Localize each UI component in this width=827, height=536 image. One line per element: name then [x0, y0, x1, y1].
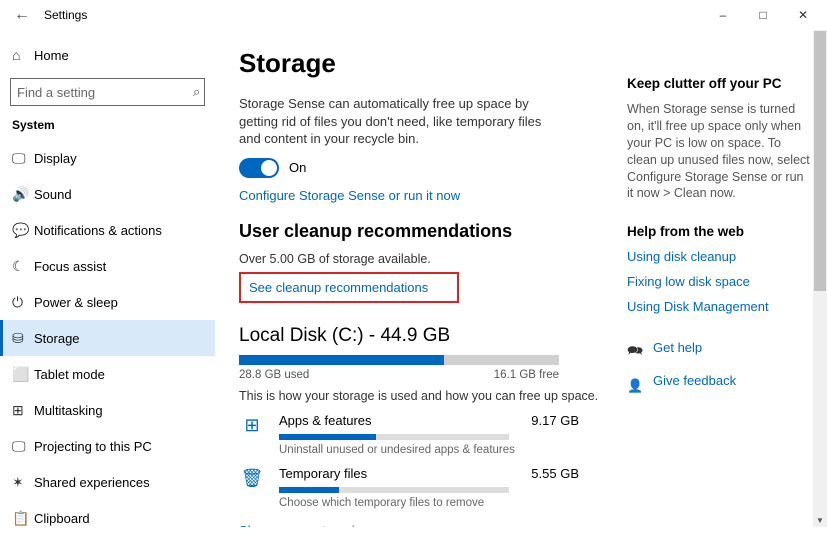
disk-title: Local Disk (C:) - 44.9 GB	[239, 325, 607, 347]
disk-usage-bar	[239, 355, 559, 365]
back-button[interactable]: ←	[10, 6, 34, 24]
show-more-categories-link[interactable]: Show more categories	[239, 523, 607, 527]
give-feedback-link[interactable]: Give feedback	[653, 373, 736, 388]
sidebar-item-display[interactable]: 🖵Display	[0, 140, 215, 176]
sidebar-item-focus-assist[interactable]: ☾Focus assist	[0, 248, 215, 284]
nav-label: Notifications & actions	[34, 223, 162, 238]
nav-icon: ✶	[12, 474, 34, 491]
free-label: 16.1 GB free	[494, 369, 559, 381]
content-pane: Storage Storage Sense can automatically …	[215, 30, 627, 527]
nav-icon: ⏻	[12, 294, 34, 311]
scroll-down-button[interactable]: ▼	[813, 513, 827, 527]
aside-pane: Keep clutter off your PC When Storage se…	[627, 30, 827, 527]
nav-label: Shared experiences	[34, 475, 150, 490]
highlight-box: See cleanup recommendations	[239, 272, 459, 303]
nav-label: Tablet mode	[34, 367, 105, 382]
sidebar-item-projecting-to-this-pc[interactable]: 🖵Projecting to this PC	[0, 428, 215, 464]
vertical-scrollbar[interactable]: ▲ ▼	[813, 30, 827, 527]
nav-label: Storage	[34, 331, 80, 346]
nav-label: Sound	[34, 187, 72, 202]
nav-group-label: System	[0, 118, 215, 140]
nav-icon: 🖵	[12, 150, 34, 167]
search-input[interactable]	[17, 85, 193, 100]
nav-label: Projecting to this PC	[34, 439, 152, 454]
sidebar-item-multitasking[interactable]: ⊞Multitasking	[0, 392, 215, 428]
category-hint: Choose which temporary files to remove	[279, 497, 579, 509]
storage-category[interactable]: ⊞ Apps & features 9.17 GB Uninstall unused …	[239, 413, 579, 456]
toggle-state-label: On	[289, 160, 306, 175]
category-title: Temporary files	[279, 466, 367, 481]
sidebar-item-notifications-actions[interactable]: 💬Notifications & actions	[0, 212, 215, 248]
minimize-button[interactable]: –	[703, 1, 743, 29]
page-title: Storage	[239, 48, 607, 79]
maximize-button[interactable]: □	[743, 1, 783, 29]
help-link[interactable]: Fixing low disk space	[627, 274, 813, 289]
nav-icon: 🖵	[12, 438, 34, 455]
keep-clutter-title: Keep clutter off your PC	[627, 76, 813, 91]
home-label: Home	[34, 48, 69, 63]
nav-icon: ⬜	[12, 366, 34, 383]
nav-icon: ⛁	[12, 330, 34, 347]
see-cleanup-link[interactable]: See cleanup recommendations	[249, 280, 428, 295]
category-size: 9.17 GB	[531, 413, 579, 428]
nav-icon: 📋	[12, 510, 34, 527]
nav-icon: 💬	[12, 222, 34, 239]
nav-icon: ☾	[12, 258, 34, 275]
used-label: 28.8 GB used	[239, 369, 309, 381]
help-link[interactable]: Using Disk Management	[627, 299, 813, 314]
feedback-icon: 👤	[627, 378, 643, 394]
keep-clutter-text: When Storage sense is turned on, it'll f…	[627, 101, 813, 202]
title-bar: ← Settings – □ ✕	[0, 0, 827, 30]
nav-label: Power & sleep	[34, 295, 118, 310]
storage-sense-toggle[interactable]	[239, 158, 279, 178]
help-icon: 🗪	[627, 342, 643, 364]
sidebar-item-sound[interactable]: 🔊Sound	[0, 176, 215, 212]
category-hint: Uninstall unused or undesired apps & fea…	[279, 444, 579, 456]
nav-icon: 🔊	[12, 186, 34, 203]
search-box[interactable]: ⌕	[10, 78, 205, 106]
category-bar	[279, 487, 509, 493]
sidebar-item-shared-experiences[interactable]: ✶Shared experiences	[0, 464, 215, 500]
get-help-link[interactable]: Get help	[653, 340, 702, 355]
sidebar-item-tablet-mode[interactable]: ⬜Tablet mode	[0, 356, 215, 392]
close-button[interactable]: ✕	[783, 1, 823, 29]
category-size: 5.55 GB	[531, 466, 579, 481]
scroll-thumb[interactable]	[814, 31, 826, 291]
window-controls: – □ ✕	[703, 1, 823, 29]
home-icon: ⌂	[12, 47, 34, 63]
app-title: Settings	[44, 8, 87, 22]
nav-label: Display	[34, 151, 77, 166]
nav-label: Clipboard	[34, 511, 90, 526]
sidebar-item-storage[interactable]: ⛁Storage	[0, 320, 215, 356]
cleanup-header: User cleanup recommendations	[239, 221, 607, 242]
help-web-title: Help from the web	[627, 224, 813, 239]
search-icon: ⌕	[193, 84, 200, 100]
storage-sense-desc: Storage Sense can automatically free up …	[239, 95, 559, 148]
sidebar-item-power-sleep[interactable]: ⏻Power & sleep	[0, 284, 215, 320]
category-icon: ⊞	[239, 413, 265, 439]
category-bar	[279, 434, 509, 440]
available-text: Over 5.00 GB of storage available.	[239, 252, 607, 266]
category-icon: 🗑	[239, 466, 265, 492]
help-link[interactable]: Using disk cleanup	[627, 249, 813, 264]
category-title: Apps & features	[279, 413, 372, 428]
configure-sense-link[interactable]: Configure Storage Sense or run it now	[239, 188, 607, 203]
nav-icon: ⊞	[12, 402, 34, 419]
sidebar-item-clipboard[interactable]: 📋Clipboard	[0, 500, 215, 536]
sidebar: ⌂ Home ⌕ System 🖵Display🔊Sound💬Notificat…	[0, 30, 215, 527]
storage-category[interactable]: 🗑 Temporary files 5.55 GB Choose which temp…	[239, 466, 579, 509]
usage-desc: This is how your storage is used and how…	[239, 389, 607, 403]
nav-label: Focus assist	[34, 259, 106, 274]
home-nav[interactable]: ⌂ Home	[0, 38, 215, 72]
nav-label: Multitasking	[34, 403, 103, 418]
